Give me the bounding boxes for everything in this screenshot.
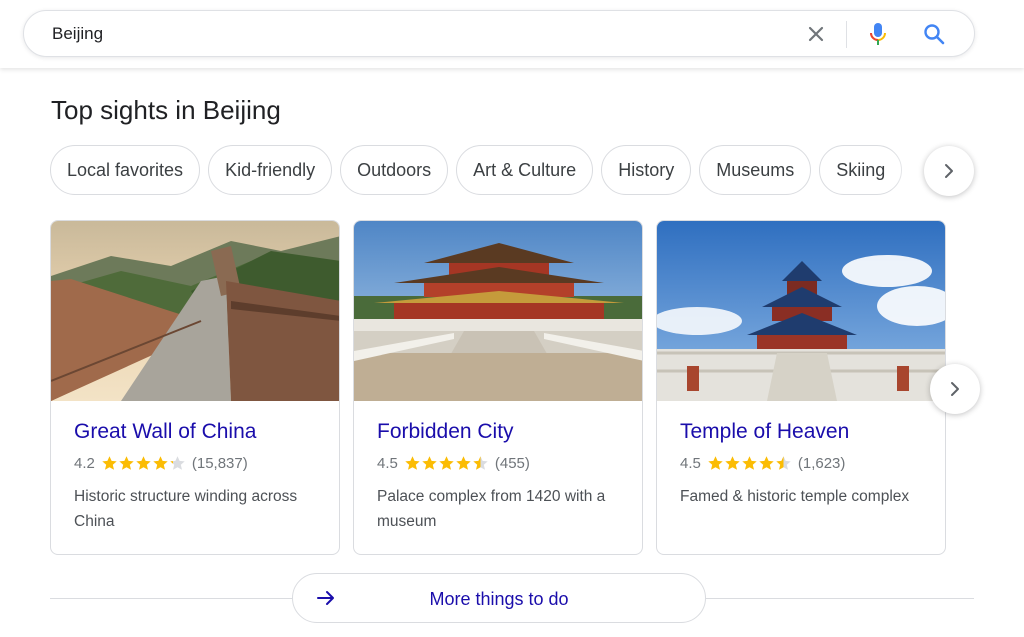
more-things-label: More things to do [429, 589, 569, 609]
rating-value: 4.5 [377, 454, 398, 472]
sight-description: Palace complex from 1420 with a museum [377, 488, 606, 530]
star-icon [473, 455, 488, 470]
search-header: Beijing [0, 0, 1024, 68]
star-icon [405, 455, 420, 470]
filter-chips: Local favorites Kid-friendly Outdoors Art &… [50, 145, 930, 195]
star-icon [708, 455, 723, 470]
star-icon [776, 455, 791, 470]
cards-next-button[interactable] [930, 364, 980, 414]
star-icon [439, 455, 454, 470]
close-icon[interactable] [804, 22, 828, 46]
star-icon [759, 455, 774, 470]
sight-card-forbidden-city[interactable]: Forbidden City 4.5 (455) Palace complex … [353, 220, 643, 555]
star-icon [119, 455, 134, 470]
chevron-right-icon [951, 382, 959, 396]
star-icon [102, 455, 117, 470]
star-icon [170, 455, 185, 470]
chip-history[interactable]: History [601, 145, 692, 195]
rating-row: 4.5 (1,623) [680, 453, 845, 473]
star-icon [456, 455, 471, 470]
page-title: Top sights in Beijing [51, 95, 281, 125]
star-icon [422, 455, 437, 470]
sight-card-temple-of-heaven[interactable]: Temple of Heaven 4.5 (1,623) Famed & his… [656, 220, 946, 555]
rating-value: 4.5 [680, 454, 701, 472]
chip-art-culture[interactable]: Art & Culture [456, 145, 594, 195]
sight-title[interactable]: Temple of Heaven [680, 420, 849, 444]
chip-outdoors[interactable]: Outdoors [340, 145, 449, 195]
search-divider [846, 21, 847, 48]
chip-kid-friendly[interactable]: Kid-friendly [208, 145, 333, 195]
temple-of-heaven-photo [657, 221, 945, 401]
search-input[interactable]: Beijing [52, 24, 103, 44]
rating-row: 4.5 (455) [377, 453, 530, 473]
forbidden-city-photo [354, 221, 642, 401]
sight-description: Historic structure winding across China [74, 488, 298, 530]
review-count: (455) [494, 454, 530, 472]
star-icon [742, 455, 757, 470]
star-rating [404, 455, 489, 472]
great-wall-photo [51, 221, 339, 401]
review-count: (15,837) [191, 454, 248, 472]
review-count: (1,623) [797, 454, 846, 472]
star-rating [101, 455, 186, 472]
chevron-right-icon [945, 164, 953, 178]
sight-description: Famed & historic temple complex [680, 488, 910, 505]
star-icon [136, 455, 151, 470]
star-rating [707, 455, 792, 472]
search-icon[interactable] [922, 22, 946, 46]
star-icon [725, 455, 740, 470]
rating-value: 4.2 [74, 454, 95, 472]
star-icon [153, 455, 168, 470]
chip-local-favorites[interactable]: Local favorites [50, 145, 201, 195]
sight-title[interactable]: Great Wall of China [74, 420, 256, 444]
sight-card-great-wall[interactable]: Great Wall of China 4.2 (15,837) Histori… [50, 220, 340, 555]
chips-next-button[interactable] [924, 146, 974, 196]
chip-museums[interactable]: Museums [699, 145, 812, 195]
search-box[interactable]: Beijing [23, 10, 975, 57]
rating-row: 4.2 (15,837) [74, 453, 248, 473]
mic-icon[interactable] [866, 21, 890, 47]
more-things-button[interactable]: More things to do [292, 573, 706, 623]
sight-title[interactable]: Forbidden City [377, 420, 514, 444]
